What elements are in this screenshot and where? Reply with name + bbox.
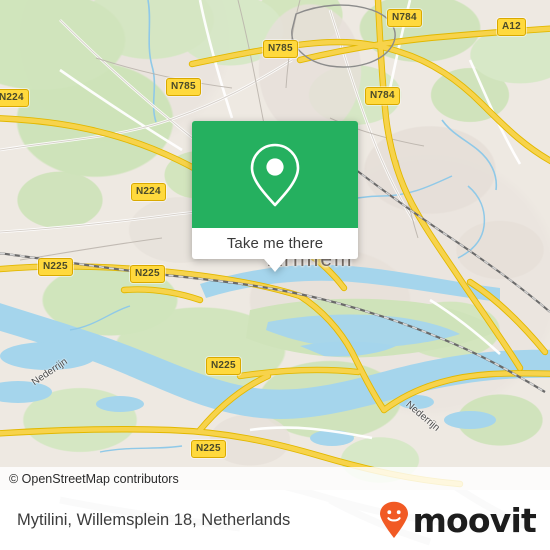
location-address-text: Mytilini, Willemsplein 18, Netherlands — [17, 510, 291, 529]
map-attribution-bar[interactable]: © OpenStreetMap contributors — [0, 467, 550, 490]
road-shield-a12[interactable]: A12 — [497, 18, 526, 36]
callout-action-area[interactable]: Take me there — [192, 228, 358, 272]
road-shield-n784-south[interactable]: N784 — [365, 87, 400, 105]
road-shield-n784-north[interactable]: N784 — [387, 9, 422, 27]
footer-bar: Mytilini, Willemsplein 18, Netherlands m… — [0, 490, 550, 550]
moovit-brand-logo[interactable]: moovit — [378, 500, 537, 540]
road-shield-n224-mid[interactable]: N224 — [131, 183, 166, 201]
callout-icon-area — [192, 121, 358, 228]
location-callout-card[interactable]: Take me there — [192, 121, 358, 272]
road-shield-n225-north[interactable]: N225 — [130, 265, 165, 283]
moovit-location-card: Arnhem Nederrijn Nederrijn N784 A12 N785… — [0, 0, 550, 550]
map-canvas[interactable]: Arnhem Nederrijn Nederrijn N784 A12 N785… — [0, 0, 550, 490]
road-shield-n224-west[interactable]: N224 — [0, 89, 29, 107]
osm-attribution-text: © OpenStreetMap contributors — [9, 471, 179, 486]
road-shield-n225-south[interactable]: N225 — [191, 440, 226, 458]
road-shield-n225-mid[interactable]: N225 — [206, 357, 241, 375]
map-pin-icon — [250, 143, 300, 206]
take-me-there-label: Take me there — [226, 235, 324, 252]
callout-pointer-tail — [264, 259, 286, 272]
moovit-smiley-pin-icon — [380, 501, 409, 538]
moovit-wordmark: moovit — [412, 500, 536, 540]
road-shield-n785-north[interactable]: N785 — [263, 40, 298, 58]
road-shield-n225-west[interactable]: N225 — [38, 258, 73, 276]
road-shield-n785-west[interactable]: N785 — [166, 78, 201, 96]
